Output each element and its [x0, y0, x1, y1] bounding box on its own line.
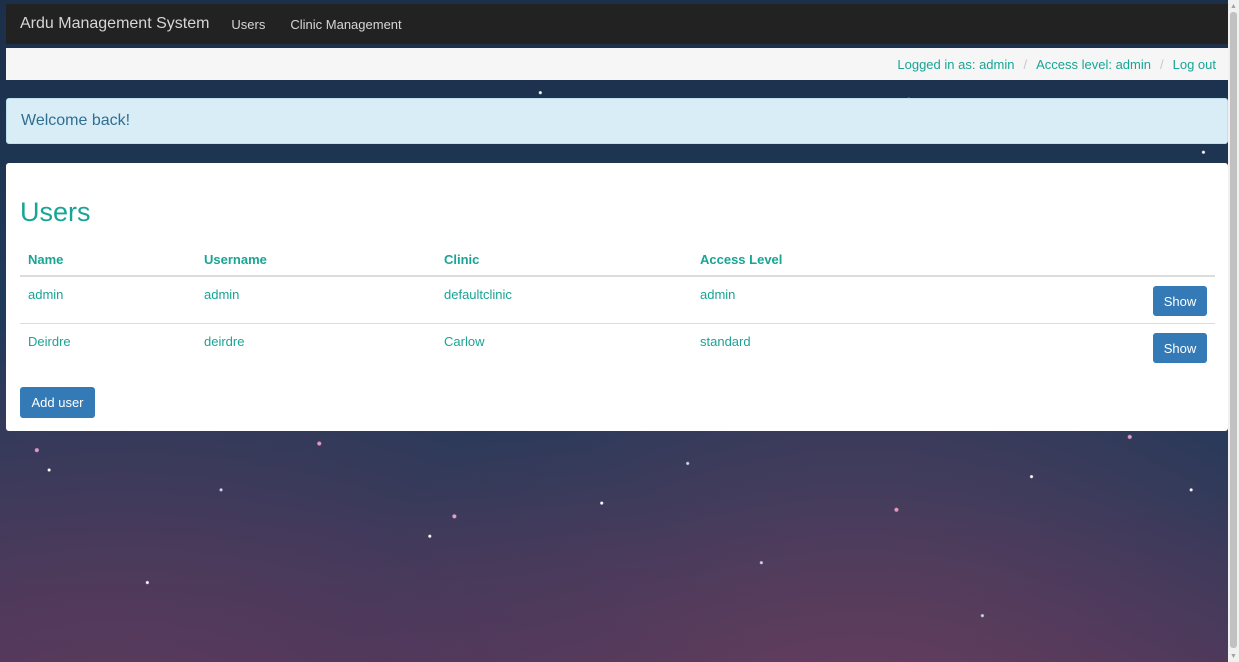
triangle-down-icon[interactable]: ▼ — [1229, 651, 1238, 661]
nav-users[interactable]: Users — [231, 17, 265, 32]
user-status-bar: Logged in as: admin / Access level: admi… — [6, 48, 1228, 80]
table-row: admin admin defaultclinic admin Show — [20, 276, 1215, 323]
column-header-username: Username — [204, 252, 267, 267]
user-clinic[interactable]: defaultclinic — [444, 287, 512, 302]
column-header-name: Name — [28, 252, 64, 267]
welcome-message: Welcome back! — [21, 112, 131, 129]
table-header: Name Username Clinic Access Level — [20, 249, 1215, 276]
column-header-clinic: Clinic — [444, 252, 480, 267]
show-user-button[interactable]: Show — [1153, 286, 1207, 316]
user-clinic[interactable]: Carlow — [444, 334, 484, 349]
logged-in-label: Logged in as: admin — [897, 56, 1015, 72]
users-panel: Users Name Username Clinic Access Level … — [6, 163, 1228, 431]
page-title: Users — [20, 197, 91, 227]
user-access-level[interactable]: standard — [700, 334, 751, 349]
scrollbar-thumb[interactable] — [1230, 12, 1237, 648]
user-username[interactable]: admin — [204, 287, 239, 302]
brand[interactable]: Ardu Management System — [20, 15, 209, 33]
show-user-button[interactable]: Show — [1153, 333, 1207, 363]
user-username[interactable]: deirdre — [204, 334, 244, 349]
logout-link[interactable]: Log out — [1173, 57, 1216, 72]
user-name[interactable]: admin — [28, 287, 63, 302]
add-user-button[interactable]: Add user — [20, 387, 95, 418]
user-access-level[interactable]: admin — [700, 287, 735, 302]
column-header-access-level: Access Level — [700, 252, 783, 267]
breadcrumb-separator: / — [1023, 56, 1028, 72]
triangle-up-icon[interactable]: ▲ — [1229, 1, 1238, 11]
breadcrumb-separator: / — [1160, 56, 1164, 72]
top-navbar: Ardu Management System Users Clinic Mana… — [6, 4, 1228, 44]
nav-clinic-management[interactable]: Clinic Management — [290, 17, 401, 32]
welcome-alert: Welcome back! — [6, 98, 1228, 144]
user-name[interactable]: Deirdre — [28, 334, 71, 349]
access-level-label: Access level: admin — [1036, 56, 1151, 72]
table-row: Deirdre deirdre Carlow standard Show — [20, 323, 1215, 370]
users-table: Name Username Clinic Access Level admin … — [20, 249, 1215, 370]
scrollbar[interactable]: ▲ ▼ — [1228, 0, 1239, 662]
